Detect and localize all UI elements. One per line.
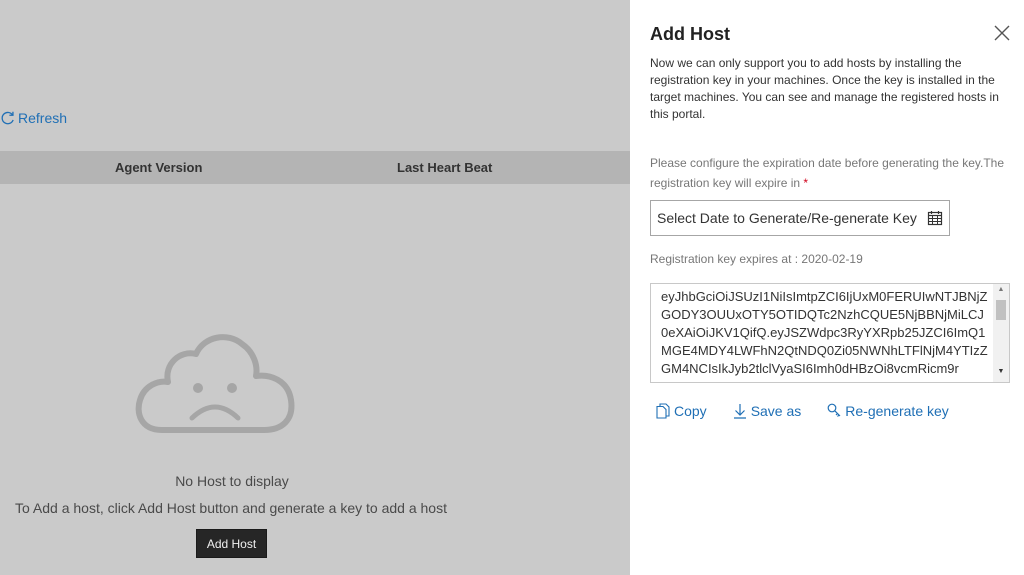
background-page: Refresh Agent Version Last Heart Beat No… [0, 0, 630, 575]
download-icon [733, 404, 746, 419]
registration-key-box[interactable]: eyJhbGciOiJSUzI1NiIsImtpZCI6IjUxM0FERUIw… [650, 283, 1010, 383]
refresh-label: Refresh [18, 110, 68, 126]
key-scrollbar[interactable]: ▲ ▼ [993, 284, 1009, 382]
scroll-thumb[interactable] [996, 300, 1006, 320]
save-as-label: Save as [750, 403, 802, 419]
expiration-instructions-text: Please configure the expiration date bef… [650, 156, 1005, 190]
add-host-panel: Add Host Now we can only support you to … [630, 0, 1024, 575]
close-icon[interactable] [993, 24, 1011, 42]
column-agent-version[interactable]: Agent Version [115, 151, 202, 184]
copy-button[interactable]: Copy [656, 403, 707, 419]
refresh-icon [1, 111, 14, 124]
add-host-button[interactable]: Add Host [196, 529, 267, 558]
scroll-down-arrow[interactable]: ▼ [993, 368, 1009, 380]
refresh-button[interactable]: Refresh [0, 110, 67, 126]
empty-state-hint: To Add a host, click Add Host button and… [15, 500, 447, 516]
save-as-button[interactable]: Save as [733, 403, 802, 419]
copy-label: Copy [674, 403, 707, 419]
empty-state-title: No Host to display [175, 473, 289, 489]
expiration-instructions: Please configure the expiration date bef… [650, 153, 1010, 193]
key-expiration-text: Registration key expires at : 2020-02-19 [650, 252, 863, 266]
calendar-icon[interactable] [927, 210, 943, 226]
expiration-date-picker[interactable] [650, 200, 950, 236]
panel-title: Add Host [650, 24, 730, 44]
scroll-up-arrow[interactable]: ▲ [993, 286, 1009, 298]
sad-cloud-icon [135, 334, 295, 433]
regenerate-key-button[interactable]: Re-generate key [827, 403, 949, 419]
column-last-heart-beat[interactable]: Last Heart Beat [397, 151, 492, 184]
copy-icon [656, 403, 670, 419]
registration-key-text[interactable]: eyJhbGciOiJSUzI1NiIsImtpZCI6IjUxM0FERUIw… [661, 288, 991, 382]
regenerate-key-icon [827, 403, 841, 417]
expiration-date-input[interactable] [651, 201, 949, 235]
required-marker: * [803, 176, 809, 190]
regenerate-key-label: Re-generate key [845, 403, 949, 419]
panel-description: Now we can only support you to add hosts… [650, 56, 999, 121]
key-actions: Copy Save as Re-generate key [656, 403, 949, 419]
table-header: Agent Version Last Heart Beat [0, 151, 630, 184]
